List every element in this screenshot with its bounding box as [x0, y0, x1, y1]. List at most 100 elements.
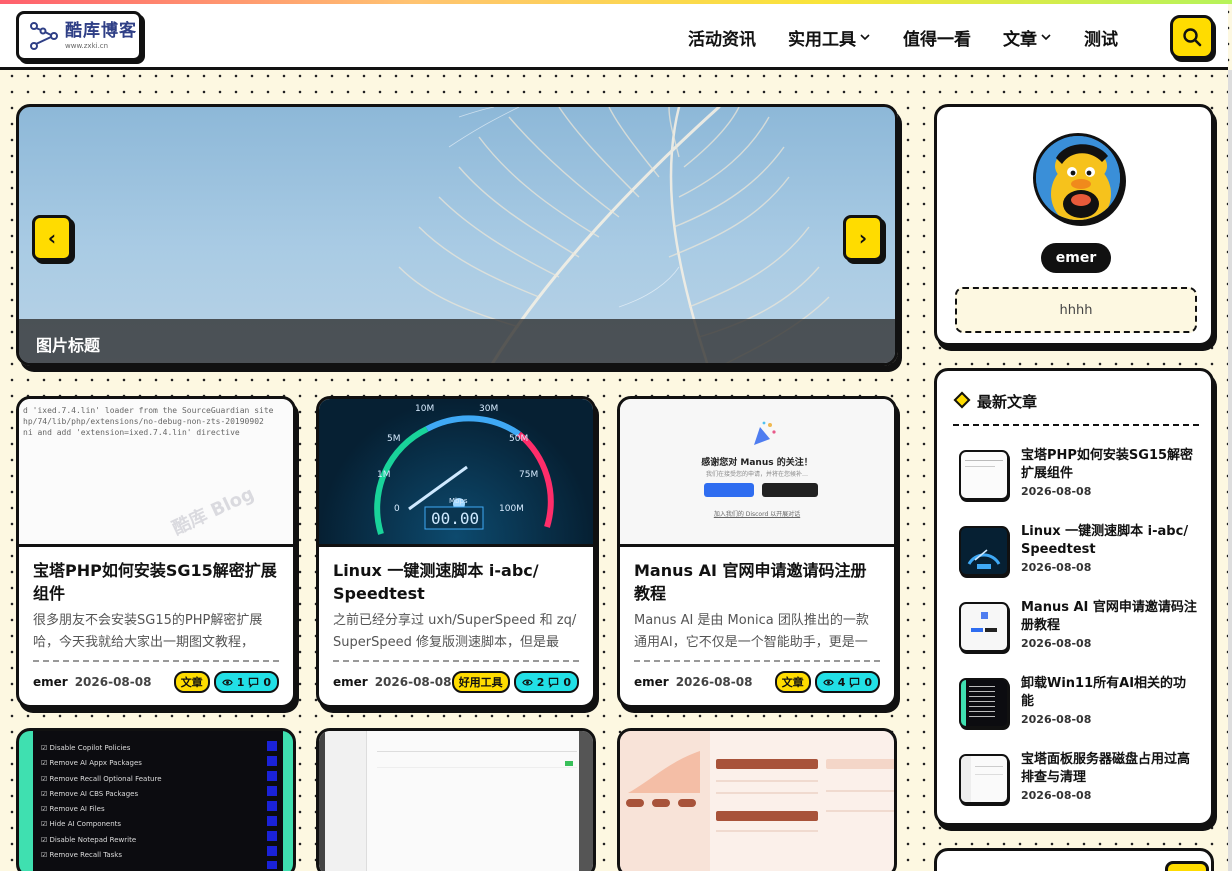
latest-post-thumb — [959, 450, 1009, 500]
thumb-button-dark — [762, 483, 818, 497]
latest-post-item[interactable]: Manus AI 官网申请邀请码注册教程 2026-08-08 — [959, 599, 1199, 659]
gauge-tick-label: 5M — [387, 434, 401, 444]
avatar[interactable] — [1033, 133, 1123, 223]
thumb-checklist-item: ☑ Disable Copilot Policies — [41, 744, 131, 752]
post-stats: 4 0 — [814, 671, 880, 693]
thumb-text-line: 我们在接受您的申请，并将在您候补… — [705, 471, 808, 478]
profile-name[interactable]: emer — [1041, 243, 1111, 273]
post-date: 2026-08-08 — [374, 675, 452, 689]
post-card[interactable]: 10M 30M 5M 50M 1M 75M 0 100M Mbps 00.00 … — [316, 396, 596, 708]
post-card[interactable] — [316, 728, 596, 871]
card-divider — [33, 660, 279, 662]
post-thumbnail: d 'ixed.7.4.lin' loader from the SourceG… — [19, 399, 293, 547]
gauge-tick-label: 0 — [394, 504, 400, 514]
post-title[interactable]: Linux 一键测速脚本 i-abc/ Speedtest — [333, 559, 579, 605]
latest-post-title[interactable]: 宝塔PHP如何安装SG15解密扩展组件 — [1021, 447, 1199, 483]
nav-item-test[interactable]: 测试 — [1068, 25, 1134, 50]
thumb-text-line: hp/74/lib/php/extensions/no-debug-non-zt… — [23, 417, 264, 426]
post-card[interactable] — [617, 728, 897, 871]
latest-post-item[interactable]: 宝塔PHP如何安装SG15解密扩展组件 2026-08-08 — [959, 447, 1199, 507]
latest-post-title[interactable]: Manus AI 官网申请邀请码注册教程 — [1021, 599, 1199, 635]
thumb-side-stripe — [283, 731, 293, 871]
latest-post-item[interactable]: 宝塔面板服务器磁盘占用过高排查与清理 2026-08-08 — [959, 751, 1199, 811]
post-thumbnail: 感谢您对 Manus 的关注！ 我们在接受您的申请，并将在您候补… 加入我们的 … — [620, 399, 894, 547]
thumb-text-line: ni and add 'extension=ixed.7.4.lin' dire… — [23, 428, 240, 437]
view-count: 1 — [236, 675, 245, 689]
latest-post-thumb — [959, 526, 1009, 576]
profile-bio: hhhh — [955, 287, 1197, 333]
post-author[interactable]: emer — [33, 675, 68, 689]
post-thumbnail: 10M 30M 5M 50M 1M 75M 0 100M Mbps 00.00 — [319, 399, 593, 547]
thumb-text-line: d 'ixed.7.4.lin' loader from the SourceG… — [23, 406, 274, 415]
nav-item-articles[interactable]: 文章 — [987, 25, 1068, 50]
comment-icon — [549, 677, 559, 688]
post-title[interactable]: 宝塔PHP如何安装SG15解密扩展组件 — [33, 559, 279, 605]
nav-item-news[interactable]: 活动资讯 — [672, 25, 772, 50]
latest-post-date: 2026-08-08 — [1021, 789, 1092, 802]
eye-icon — [521, 679, 533, 685]
nav-item-tools[interactable]: 实用工具 — [772, 25, 887, 50]
post-card[interactable]: 感谢您对 Manus 的关注！ 我们在接受您的申请，并将在您候补… 加入我们的 … — [617, 396, 897, 708]
thumb-side-stripe — [19, 731, 33, 871]
post-author[interactable]: emer — [634, 675, 669, 689]
page-scrollbar[interactable] — [1228, 70, 1232, 871]
latest-post-title[interactable]: 宝塔面板服务器磁盘占用过高排查与清理 — [1021, 751, 1199, 787]
slide-caption: 图片标题 — [19, 319, 895, 363]
post-card[interactable]: ☑ Disable Copilot Policies ☑ Remove AI A… — [16, 728, 296, 871]
thumb-text-line: Remove AI CBS Packages — [49, 789, 139, 798]
post-stats: 1 0 — [213, 671, 279, 693]
latest-post-item[interactable]: 卸载Win11所有AI相关的功能 2026-08-08 — [959, 675, 1199, 735]
thumb-text-line: 加入我们的 Discord 以开展对话 — [713, 511, 801, 518]
logo-subtitle: www.zxki.cn — [65, 41, 109, 50]
post-category-tag[interactable]: 好用工具 — [451, 671, 510, 693]
slider-next-button[interactable]: › — [843, 215, 883, 261]
thumb-checklist: ☑ Disable Copilot Policies ☑ Remove AI A… — [41, 741, 162, 863]
post-card[interactable]: d 'ixed.7.4.lin' loader from the SourceG… — [16, 396, 296, 708]
latest-post-item[interactable]: Linux 一键测速脚本 i-abc/ Speedtest 2026-08-08 — [959, 523, 1199, 583]
latest-post-date: 2026-08-08 — [1021, 713, 1092, 726]
post-excerpt: Manus AI 是由 Monica 团队推出的一款通用AI，它不仅是一个智能助… — [634, 613, 869, 650]
latest-post-date: 2026-08-08 — [1021, 485, 1092, 498]
post-category-tag[interactable]: 文章 — [173, 671, 210, 693]
duck-avatar-image — [1036, 136, 1120, 220]
nav-item-worth-seeing[interactable]: 值得一看 — [887, 25, 987, 50]
site-logo[interactable]: 酷库博客 www.zxki.cn — [16, 11, 142, 61]
latest-post-thumb — [959, 602, 1009, 652]
post-date: 2026-08-08 — [675, 675, 753, 689]
nav-label: 活动资讯 — [688, 29, 756, 50]
gauge-tick-label: 100M — [499, 504, 524, 514]
comment-count: 0 — [563, 675, 571, 689]
thumb-dashboard-image — [620, 731, 894, 871]
site-header: 酷库博客 www.zxki.cn 活动资讯 实用工具 值得一看 文章 测试 — [0, 4, 1228, 70]
watermark: 酷库 Blog — [169, 483, 258, 540]
chevron-down-icon — [1041, 34, 1051, 41]
eye-icon — [822, 679, 834, 685]
widget-action-button[interactable] — [1165, 861, 1209, 871]
thumb-status-green — [565, 761, 573, 766]
latest-post-title[interactable]: 卸载Win11所有AI相关的功能 — [1021, 675, 1199, 711]
nav-label: 值得一看 — [903, 29, 971, 50]
post-author[interactable]: emer — [333, 675, 368, 689]
thumb-text-line: Remove AI Appx Packages — [49, 759, 142, 768]
eye-icon — [221, 679, 233, 685]
thumb-text-line: Hide AI Components — [49, 820, 122, 829]
gauge-tick-label: 1M — [377, 470, 391, 480]
thumb-checklist-item: ☑ Remove Recall Tasks — [41, 851, 123, 860]
thumb-text-line: Remove Recall Optional Feature — [49, 774, 162, 783]
diamond-icon — [953, 391, 971, 409]
latest-post-thumb — [959, 678, 1009, 728]
thumb-text-line: Remove AI Files — [49, 805, 105, 814]
search-button[interactable] — [1170, 15, 1214, 59]
latest-posts-widget: 最新文章 宝塔PHP如何安装SG15解密扩展组件 2026-08-08 Linu… — [934, 368, 1214, 826]
hero-slider[interactable]: 图片标题 ‹ › — [16, 104, 898, 366]
post-date: 2026-08-08 — [74, 675, 152, 689]
post-category-tag[interactable]: 文章 — [774, 671, 811, 693]
view-count: 2 — [536, 675, 545, 689]
post-title[interactable]: Manus AI 官网申请邀请码注册教程 — [634, 559, 880, 605]
thumb-heading: 感谢您对 Manus 的关注！ — [701, 458, 813, 468]
comment-icon — [249, 677, 259, 688]
slider-prev-button[interactable]: ‹ — [32, 215, 72, 261]
nav-label: 测试 — [1084, 29, 1118, 50]
latest-post-title[interactable]: Linux 一键测速脚本 i-abc/ Speedtest — [1021, 523, 1199, 559]
gauge-tick-label: 75M — [519, 470, 538, 480]
